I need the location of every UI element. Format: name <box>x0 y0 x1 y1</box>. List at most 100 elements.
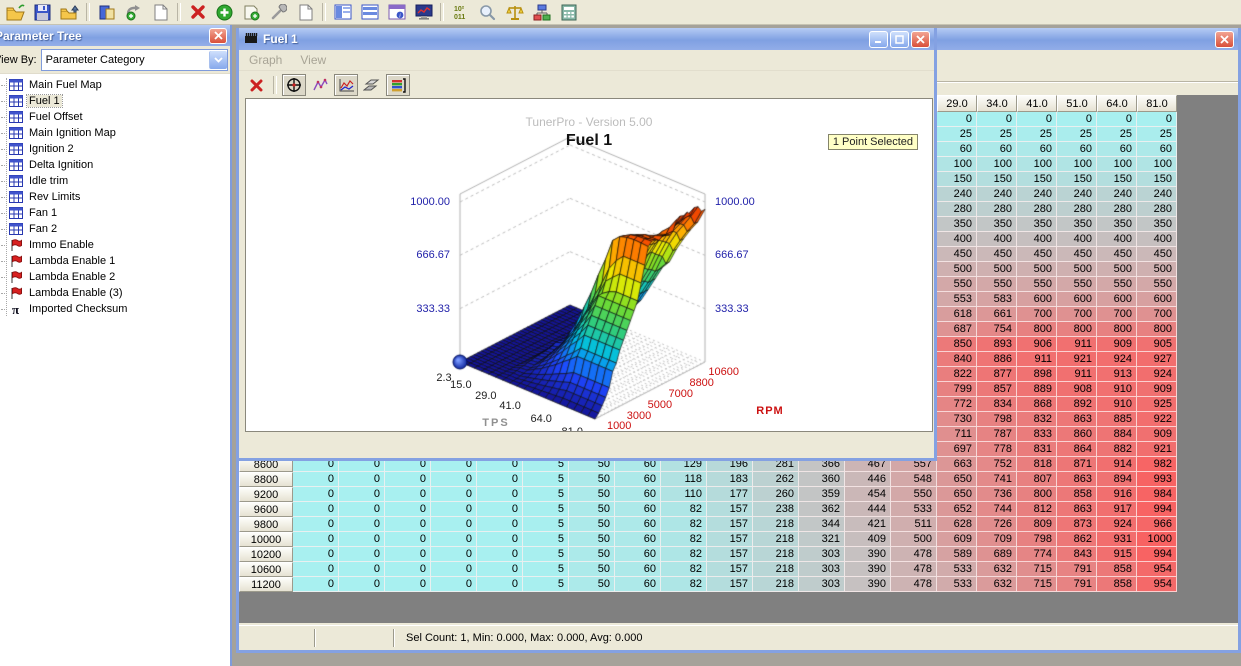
table-cell[interactable]: 799 <box>937 382 977 397</box>
tree-item-fan-2[interactable]: Fan 2 <box>0 221 230 237</box>
table-cell[interactable]: 150 <box>1017 172 1057 187</box>
table-cell[interactable]: 550 <box>1017 277 1057 292</box>
close-icon[interactable] <box>1215 31 1234 48</box>
table-cell[interactable]: 0 <box>431 577 477 592</box>
table-cell[interactable]: 885 <box>1097 412 1137 427</box>
col-header[interactable]: 51.0 <box>1057 95 1097 112</box>
table-cell[interactable]: 892 <box>1057 397 1097 412</box>
view-list-button[interactable] <box>356 0 383 24</box>
table-cell[interactable]: 709 <box>977 532 1017 547</box>
table-cell[interactable]: 886 <box>977 352 1017 367</box>
tree-item-fuel-1[interactable]: Fuel 1 <box>0 93 230 109</box>
table-cell[interactable]: 5 <box>523 472 569 487</box>
table-cell[interactable]: 772 <box>937 397 977 412</box>
table-cell[interactable]: 60 <box>615 502 661 517</box>
table-cell[interactable]: 774 <box>1017 547 1057 562</box>
table-cell[interactable]: 905 <box>1137 337 1177 352</box>
table-cell[interactable]: 344 <box>799 517 845 532</box>
table-cell[interactable]: 240 <box>1017 187 1057 202</box>
row-header[interactable]: 10000 <box>239 532 293 547</box>
table-cell[interactable]: 0 <box>385 487 431 502</box>
table-cell[interactable]: 833 <box>1017 427 1057 442</box>
table-cell[interactable]: 390 <box>845 547 891 562</box>
connections-button[interactable] <box>528 0 555 24</box>
table-cell[interactable]: 700 <box>1017 307 1057 322</box>
table-cell[interactable]: 954 <box>1137 562 1177 577</box>
table-cell[interactable]: 697 <box>937 442 977 457</box>
chevron-down-icon[interactable] <box>209 51 227 69</box>
table-cell[interactable]: 500 <box>1017 262 1057 277</box>
table-cell[interactable]: 663 <box>937 457 977 472</box>
table-cell[interactable]: 0 <box>477 517 523 532</box>
table-cell[interactable]: 150 <box>977 172 1017 187</box>
table-cell[interactable]: 25 <box>977 127 1017 142</box>
fuel-graph-window[interactable]: Fuel 1 Graph View TunerPro - Version 5.0… <box>236 28 937 461</box>
table-cell[interactable]: 715 <box>1017 577 1057 592</box>
table-cell[interactable]: 60 <box>1137 142 1177 157</box>
row-header[interactable]: 10600 <box>239 562 293 577</box>
table-cell[interactable]: 0 <box>385 562 431 577</box>
table-cell[interactable]: 280 <box>977 202 1017 217</box>
table-cell[interactable]: 0 <box>339 472 385 487</box>
table-cell[interactable]: 0 <box>293 472 339 487</box>
table-cell[interactable]: 157 <box>707 547 753 562</box>
table-cell[interactable]: 0 <box>385 517 431 532</box>
table-cell[interactable]: 726 <box>977 517 1017 532</box>
table-cell[interactable]: 5 <box>523 487 569 502</box>
table-cell[interactable]: 25 <box>937 127 977 142</box>
table-cell[interactable]: 812 <box>1017 502 1057 517</box>
col-header[interactable]: 34.0 <box>977 95 1017 112</box>
table-cell[interactable]: 409 <box>845 532 891 547</box>
table-cell[interactable]: 280 <box>1137 202 1177 217</box>
table-cell[interactable]: 889 <box>1017 382 1057 397</box>
table-cell[interactable]: 157 <box>707 562 753 577</box>
table-cell[interactable]: 834 <box>977 397 1017 412</box>
table-cell[interactable]: 5 <box>523 547 569 562</box>
table-cell[interactable]: 744 <box>977 502 1017 517</box>
table-cell[interactable]: 500 <box>891 532 937 547</box>
table-cell[interactable]: 390 <box>845 562 891 577</box>
table-cell[interactable]: 818 <box>1017 457 1057 472</box>
table-cell[interactable]: 873 <box>1057 517 1097 532</box>
table-cell[interactable]: 752 <box>977 457 1017 472</box>
table-cell[interactable]: 511 <box>891 517 937 532</box>
table-cell[interactable]: 0 <box>339 502 385 517</box>
table-cell[interactable]: 0 <box>293 517 339 532</box>
surface-plot[interactable]: TunerPro - Version 5.00 Fuel 1 1 Point S… <box>245 98 933 432</box>
table-cell[interactable]: 50 <box>569 577 615 592</box>
menu-graph[interactable]: Graph <box>249 53 282 67</box>
table-cell[interactable]: 860 <box>1057 427 1097 442</box>
table-cell[interactable]: 218 <box>753 562 799 577</box>
compare-bins-button[interactable] <box>93 0 120 24</box>
parameter-tree-titlebar[interactable]: Parameter Tree <box>0 25 230 46</box>
emulation-monitor-button[interactable] <box>410 0 437 24</box>
table-cell[interactable]: 0 <box>1057 112 1097 127</box>
table-cell[interactable]: 553 <box>937 292 977 307</box>
table-cell[interactable]: 618 <box>937 307 977 322</box>
table-cell[interactable]: 927 <box>1137 352 1177 367</box>
close-icon[interactable] <box>209 28 227 44</box>
color-bands-button[interactable] <box>386 74 410 96</box>
table-cell[interactable]: 840 <box>937 352 977 367</box>
table-cell[interactable]: 280 <box>1017 202 1057 217</box>
table-cell[interactable]: 711 <box>937 427 977 442</box>
table-cell[interactable]: 862 <box>1057 532 1097 547</box>
table-cell[interactable]: 50 <box>569 502 615 517</box>
table-cell[interactable]: 798 <box>977 412 1017 427</box>
table-cell[interactable]: 5 <box>523 517 569 532</box>
table-cell[interactable]: 25 <box>1097 127 1137 142</box>
table-cell[interactable]: 100 <box>1057 157 1097 172</box>
table-cell[interactable]: 157 <box>707 577 753 592</box>
table-cell[interactable]: 321 <box>799 532 845 547</box>
table-cell[interactable]: 0 <box>293 547 339 562</box>
table-cell[interactable]: 0 <box>339 577 385 592</box>
table-cell[interactable]: 0 <box>937 112 977 127</box>
table-cell[interactable]: 898 <box>1017 367 1057 382</box>
table-cell[interactable]: 60 <box>937 142 977 157</box>
table-cell[interactable]: 240 <box>1057 187 1097 202</box>
table-cell[interactable]: 916 <box>1097 487 1137 502</box>
table-cell[interactable]: 350 <box>977 217 1017 232</box>
delete-red-x-button[interactable] <box>184 0 211 24</box>
table-cell[interactable]: 450 <box>1137 247 1177 262</box>
table-cell[interactable]: 100 <box>937 157 977 172</box>
